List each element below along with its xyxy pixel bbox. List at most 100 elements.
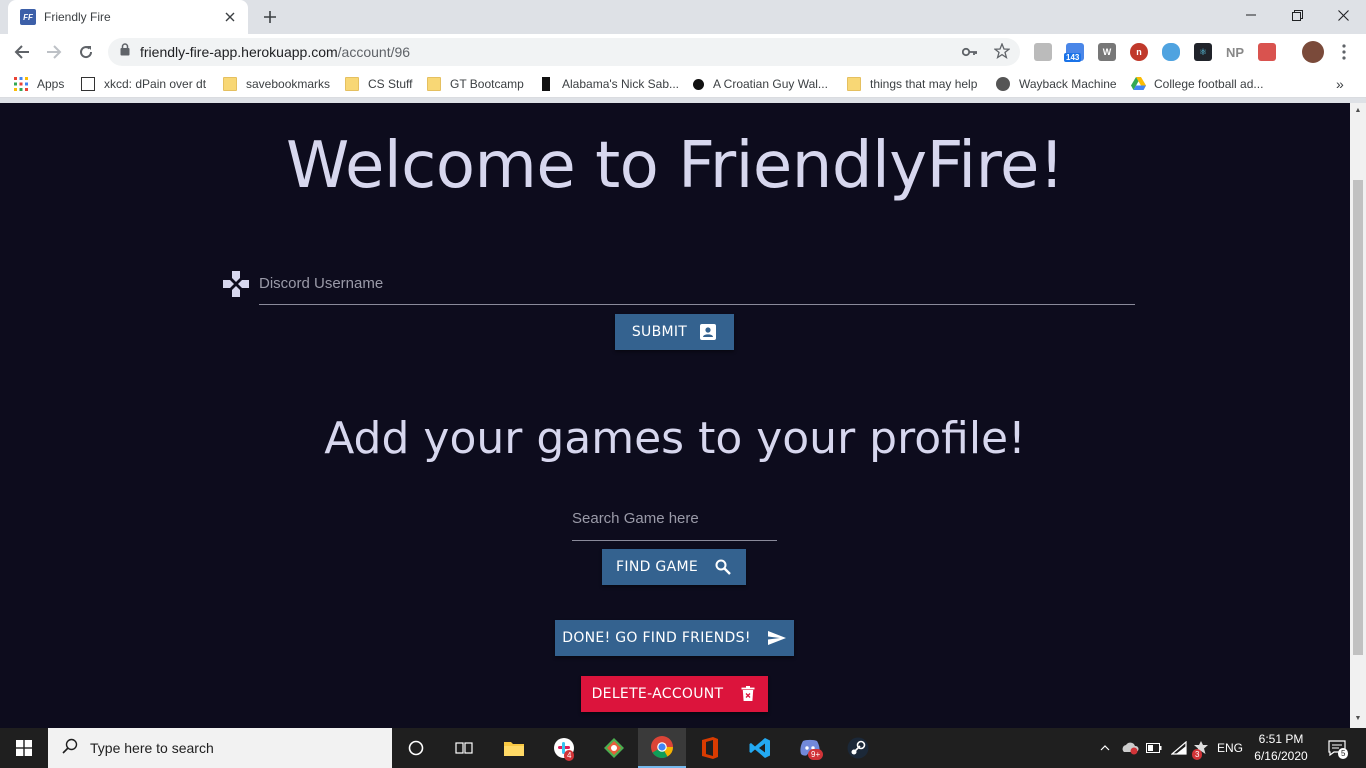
bookmark-apps[interactable]: Apps	[14, 75, 64, 93]
red-book-extension-icon[interactable]	[1258, 43, 1276, 61]
bookmark-things-that-may-help[interactable]: things that may help	[847, 75, 977, 93]
wifi-icon[interactable]	[1168, 728, 1190, 768]
search-icon	[62, 738, 78, 759]
bookmark-cs-stuff[interactable]: CS Stuff	[345, 75, 412, 93]
game-search-input[interactable]: Search Game here	[572, 503, 777, 541]
onedrive-error-icon[interactable]	[1118, 728, 1142, 768]
gamepad-icon	[222, 270, 250, 298]
action-center-icon[interactable]: 5	[1322, 728, 1352, 768]
react-devtools-icon[interactable]: ⚛	[1194, 43, 1212, 61]
scrollbar-thumb[interactable]	[1353, 180, 1363, 655]
vscode-icon[interactable]	[736, 728, 784, 768]
slack-badge: 4	[564, 750, 575, 761]
discord-username-placeholder: Discord Username	[259, 275, 384, 292]
taskbar-clock[interactable]: 6:51 PM 6/16/2020	[1246, 731, 1316, 765]
bookmark-label: savebookmarks	[246, 77, 331, 91]
games-heading: Add your games to your profile!	[324, 413, 1026, 464]
tab-title: Friendly Fire	[44, 10, 111, 24]
cloud-extension-icon[interactable]	[1162, 43, 1180, 61]
xkcd-icon	[81, 77, 95, 91]
bookmark-label: GT Bootcamp	[450, 77, 524, 91]
bookmark-star-icon[interactable]	[994, 43, 1010, 59]
bookmark-savebookmarks[interactable]: savebookmarks	[223, 75, 330, 93]
close-tab-icon[interactable]	[222, 9, 238, 25]
w-extension-icon[interactable]: W	[1098, 43, 1116, 61]
file-explorer-icon[interactable]	[490, 728, 538, 768]
bookmarks-bar: Apps xkcd: dPain over dt savebookmarks C…	[0, 70, 1366, 98]
bookmark-label: College football ad...	[1154, 77, 1264, 91]
scroll-up-icon[interactable]: ▲	[1354, 107, 1362, 115]
reload-icon[interactable]	[74, 40, 98, 64]
game-search-placeholder: Search Game here	[572, 510, 699, 527]
slack-icon[interactable]: 4	[540, 728, 588, 768]
steam-icon[interactable]	[834, 728, 882, 768]
back-icon[interactable]	[10, 40, 34, 64]
extension-mail-icon[interactable]	[1034, 43, 1052, 61]
discord-badge: 9+	[808, 749, 824, 760]
scroll-down-icon[interactable]: ▼	[1354, 715, 1362, 723]
windows-taskbar: Type here to search 4 9+ 3 ENG 6:51 PM 6…	[0, 728, 1366, 768]
folder-icon	[223, 77, 237, 91]
address-bar[interactable]: friendly-fire-app.herokuapp.com/account/…	[108, 38, 1020, 66]
tray-app-icon[interactable]: 3	[1190, 728, 1212, 768]
page-scrollbar[interactable]: ▲ ▼	[1350, 103, 1366, 728]
bookmark-site-icon	[693, 78, 704, 90]
bookmark-xkcd[interactable]: xkcd: dPain over dt	[81, 75, 206, 93]
browser-tab[interactable]: FF Friendly Fire	[8, 0, 248, 34]
bookmark-wayback-machine[interactable]: Wayback Machine	[996, 75, 1117, 93]
input-language[interactable]: ENG	[1214, 728, 1246, 768]
discord-username-input[interactable]: Discord Username	[259, 268, 1135, 305]
submit-button[interactable]: SUBMIT	[615, 314, 734, 350]
delete-icon	[739, 685, 757, 703]
submit-button-label: SUBMIT	[631, 324, 688, 340]
bookmarks-overflow-icon[interactable]: »	[1336, 75, 1344, 93]
bookmark-label: xkcd: dPain over dt	[104, 77, 207, 91]
tray-alert-badge: 3	[1192, 749, 1203, 760]
close-window-icon[interactable]	[1320, 0, 1366, 30]
chrome-taskbar-icon[interactable]	[638, 728, 686, 768]
url-text: friendly-fire-app.herokuapp.com/account/…	[140, 44, 410, 60]
find-game-button[interactable]: FIND GAME	[602, 549, 746, 585]
url-host: friendly-fire-app.herokuapp.com	[140, 44, 338, 60]
folder-icon	[345, 77, 359, 91]
bookmark-alabama[interactable]: Alabama's Nick Sab...	[539, 75, 679, 93]
bookmark-site-icon	[542, 77, 550, 91]
find-game-button-label: FIND GAME	[616, 559, 698, 575]
browser-toolbar: friendly-fire-app.herokuapp.com/account/…	[0, 34, 1366, 70]
bookmark-gt-bootcamp[interactable]: GT Bootcamp	[427, 75, 524, 93]
office-icon[interactable]	[686, 728, 734, 768]
minimize-icon[interactable]	[1228, 0, 1274, 30]
globe-icon	[996, 77, 1010, 91]
folder-icon	[427, 77, 441, 91]
url-path: /account/96	[337, 44, 411, 60]
bookmark-college-football[interactable]: College football ad...	[1131, 75, 1263, 93]
battery-icon[interactable]	[1144, 728, 1164, 768]
folder-icon	[847, 77, 861, 91]
bookmark-croatian-guy[interactable]: A Croatian Guy Wal...	[693, 75, 828, 93]
n-extension-icon[interactable]: n	[1130, 43, 1148, 61]
send-icon	[767, 629, 787, 647]
done-button-label: DONE! GO FIND FRIENDS!	[562, 630, 751, 646]
taskbar-search-box[interactable]: Type here to search	[48, 728, 392, 768]
search-icon	[714, 558, 732, 576]
calendar-badge: 143	[1064, 53, 1082, 62]
clock-time: 6:51 PM	[1258, 732, 1304, 746]
np-extension-icon[interactable]: NP	[1224, 43, 1246, 61]
cortana-icon[interactable]	[392, 728, 440, 768]
git-kraken-icon[interactable]	[590, 728, 638, 768]
profile-avatar[interactable]	[1302, 41, 1324, 63]
task-view-icon[interactable]	[440, 728, 488, 768]
delete-account-button[interactable]: DELETE-ACCOUNT	[581, 676, 768, 712]
windows-start-icon[interactable]	[0, 728, 48, 768]
page-content: Welcome to FriendlyFire! Discord Usernam…	[0, 103, 1350, 728]
chrome-menu-icon[interactable]	[1336, 44, 1352, 60]
done-find-friends-button[interactable]: DONE! GO FIND FRIENDS!	[555, 620, 794, 656]
new-tab-icon[interactable]	[258, 6, 282, 28]
show-hidden-icons-chevron-icon[interactable]	[1096, 728, 1114, 768]
calendar-extension-icon[interactable]: 143	[1064, 43, 1084, 62]
key-icon[interactable]	[962, 44, 978, 60]
restore-icon[interactable]	[1274, 0, 1320, 30]
discord-icon[interactable]: 9+	[786, 728, 834, 768]
forward-icon[interactable]	[42, 40, 66, 64]
bookmark-label: Alabama's Nick Sab...	[562, 77, 680, 91]
